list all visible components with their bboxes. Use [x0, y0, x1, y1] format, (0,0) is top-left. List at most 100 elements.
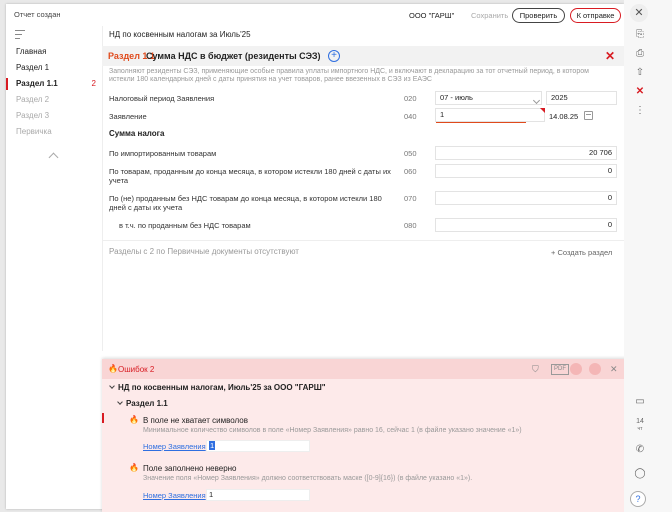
sidebar-item-section-1-1[interactable]: Раздел 1.1 2 — [6, 76, 102, 92]
fire-icon: 🔥 — [129, 415, 139, 424]
error-field-link[interactable]: Номер Заявления — [143, 442, 206, 451]
sidebar: Главная Раздел 1 Раздел 1.1 2 Раздел 2 Ра… — [6, 44, 102, 140]
send-button[interactable]: К отправке — [570, 8, 621, 23]
sidebar-item-label: Раздел 3 — [16, 111, 50, 120]
add-section-button[interactable]: + — [328, 50, 340, 62]
filter-icon[interactable]: ⛉ — [532, 364, 539, 375]
copy-icon[interactable]: ⎘ — [633, 28, 647, 42]
org-name[interactable]: ООО "ГАРШ" — [409, 11, 454, 20]
calendar-icon[interactable]: 14 чт — [633, 418, 647, 432]
chevron-down-icon — [117, 399, 123, 405]
declaration-label: Заявление — [109, 112, 147, 121]
app-window: Отчет создан ООО "ГАРШ" Сохранить Провер… — [6, 4, 629, 512]
right-rail — [624, 0, 672, 512]
close-window-icon[interactable]: ✕ — [630, 4, 648, 22]
row-code: 060 — [404, 167, 417, 176]
unsold-value: 0 — [607, 193, 612, 202]
notes-icon[interactable]: ▭ — [633, 395, 647, 409]
delete-icon[interactable]: ✕ — [633, 85, 647, 99]
row-code: 040 — [404, 112, 417, 121]
imported-value: 20 706 — [589, 148, 612, 157]
declaration-date[interactable]: 14.08.25 — [549, 112, 578, 121]
declaration-number-field[interactable]: 1 — [435, 108, 545, 123]
row-code: 050 — [404, 149, 417, 158]
unsold-field[interactable]: 0 — [435, 191, 617, 205]
collapse-sidebar-icon[interactable] — [46, 151, 62, 159]
menu-icon[interactable] — [15, 30, 25, 42]
sidebar-item-primary-docs[interactable]: Первичка — [6, 124, 102, 140]
create-section-button[interactable]: + Создать раздел — [551, 248, 612, 257]
prev-error-button[interactable] — [570, 363, 582, 375]
imported-label: По импортированным товарам — [109, 149, 217, 158]
calendar-day: 14 — [636, 418, 644, 425]
row-code: 020 — [404, 94, 417, 103]
row-code: 080 — [404, 221, 417, 230]
section-title: Сумма НДС в бюджет (резиденты СЭЗ) — [146, 51, 321, 61]
error-panel-header: 🔥 Ошибок 2 ⛉ PDF ✕ — [102, 359, 629, 379]
declaration-number-value: 1 — [440, 110, 445, 119]
no-sections-text: Разделы с 2 по Первичные документы отсут… — [109, 247, 299, 256]
tree-root-label: НД по косвенным налогам, Июль'25 за ООО … — [118, 383, 326, 392]
error-item-desc: Значение поля «Номер Заявления» должно с… — [143, 475, 473, 482]
error-field-link[interactable]: Номер Заявления — [143, 491, 206, 500]
save-button[interactable]: Сохранить — [471, 11, 508, 20]
sidebar-item-label: Раздел 1.1 — [16, 79, 58, 88]
error-fix-value: 1 — [209, 490, 214, 499]
row-code: 070 — [404, 194, 417, 203]
incl-value: 0 — [607, 220, 612, 229]
incl-field[interactable]: 0 — [435, 218, 617, 232]
calendar-icon[interactable] — [584, 111, 593, 120]
sidebar-item-main[interactable]: Главная — [6, 44, 102, 60]
error-count-title: Ошибок 2 — [118, 365, 155, 374]
sidebar-item-section-2[interactable]: Раздел 2 — [6, 92, 102, 108]
close-icon[interactable]: ✕ — [605, 49, 615, 63]
help-button[interactable]: ? — [630, 491, 646, 507]
sold-field[interactable]: 0 — [435, 164, 617, 178]
error-item-desc: Минимальное количество символов в поле «… — [143, 427, 522, 434]
check-button[interactable]: Проверить — [512, 8, 565, 23]
sidebar-item-label: Раздел 1 — [16, 63, 50, 72]
error-item-title: Поле заполнено неверно — [143, 464, 237, 473]
error-panel: 🔥 Ошибок 2 ⛉ PDF ✕ НД по косвенным налог… — [102, 359, 629, 512]
pdf-icon[interactable]: PDF — [551, 364, 569, 375]
sold-value: 0 — [607, 166, 612, 175]
sold-label: По товарам, проданным до конца месяца, в… — [109, 167, 391, 185]
error-marker — [102, 413, 104, 423]
upload-icon[interactable]: ⇧ — [633, 66, 647, 80]
divider — [102, 26, 103, 351]
sidebar-item-section-1[interactable]: Раздел 1 — [6, 60, 102, 76]
error-fix-input[interactable]: 1 — [206, 440, 310, 452]
divider — [102, 240, 624, 241]
more-icon[interactable]: ⋮ — [633, 104, 647, 118]
page-title: НД по косвенным налогам за Июль'25 — [109, 30, 251, 39]
chat-icon[interactable]: ◯ — [633, 467, 647, 481]
chevron-down-icon — [109, 383, 115, 389]
error-fix-input[interactable]: 1 — [206, 489, 310, 501]
doc-status: Отчет создан — [14, 10, 61, 19]
sidebar-item-label: Раздел 2 — [16, 95, 50, 104]
phone-icon[interactable]: ✆ — [633, 443, 647, 457]
incl-label: в т.ч. по проданным без НДС товарам — [119, 221, 251, 230]
tax-sum-heading: Сумма налога — [109, 129, 165, 138]
section-hint: Заполняют резиденты СЭЗ, применяющие осо… — [109, 68, 589, 83]
error-count-badge: 2 — [91, 79, 96, 88]
error-tree-root[interactable]: НД по косвенным налогам, Июль'25 за ООО … — [109, 383, 326, 392]
print-icon[interactable]: ⎙ — [633, 47, 647, 61]
section-header: Раздел 1.1 Сумма НДС в бюджет (резиденты… — [102, 46, 624, 66]
calendar-month: чт — [637, 426, 643, 432]
error-item-title: В поле не хватает символов — [143, 416, 248, 425]
year-value: 2025 — [551, 93, 568, 102]
sidebar-item-section-3[interactable]: Раздел 3 — [6, 108, 102, 124]
sidebar-item-label: Главная — [16, 47, 47, 56]
period-select[interactable]: 07 - июль — [435, 91, 542, 105]
fire-icon: 🔥 — [108, 364, 118, 373]
fire-icon: 🔥 — [129, 463, 139, 472]
next-error-button[interactable] — [589, 363, 601, 375]
close-icon[interactable]: ✕ — [610, 364, 618, 375]
top-bar: Отчет создан ООО "ГАРШ" Сохранить Провер… — [6, 4, 624, 26]
error-tree-section[interactable]: Раздел 1.1 — [117, 399, 168, 408]
year-field[interactable]: 2025 — [546, 91, 617, 105]
unsold-label: По (не) проданным без НДС товарам до кон… — [109, 194, 382, 212]
imported-field[interactable]: 20 706 — [435, 146, 617, 160]
period-value: 07 - июль — [440, 93, 473, 102]
